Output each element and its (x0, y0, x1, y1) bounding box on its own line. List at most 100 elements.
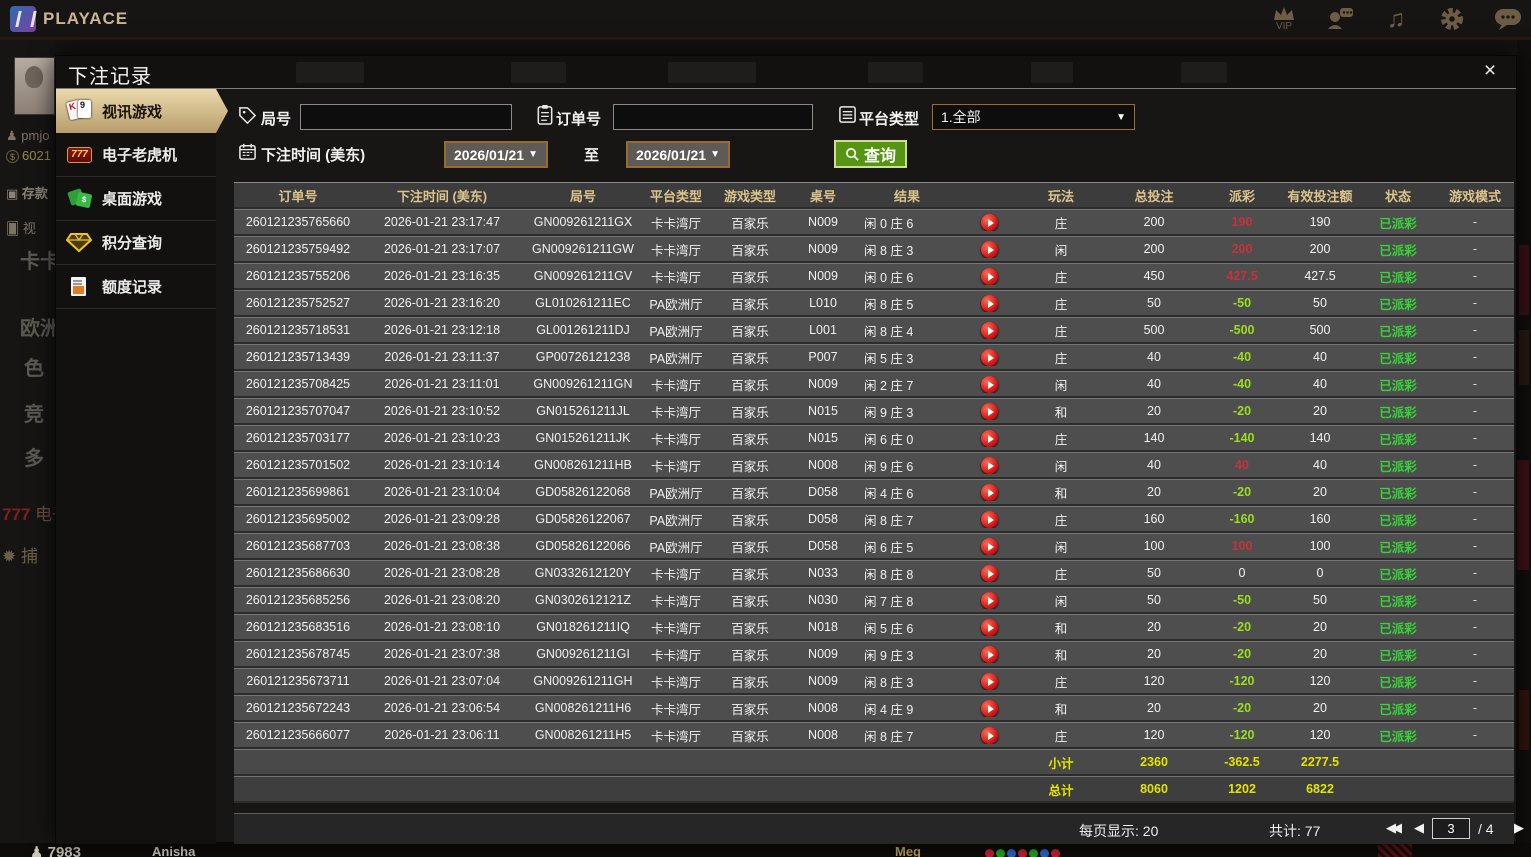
cell-platform: 卡卡湾厅 (650, 675, 701, 690)
cell-round: GN009261211GW (532, 242, 634, 256)
music-icon[interactable]: ♫ (1381, 4, 1411, 34)
round-number-input[interactable] (300, 104, 512, 130)
modal-tab-column: K9 视讯游戏 777 电子老虎机 $ 桌面游戏 积分查询 额度记录 (56, 89, 216, 844)
cell-game-mode: - (1472, 539, 1478, 553)
cell-game-mode: - (1472, 323, 1478, 337)
background-sidebar: ♟ pmjo $6021 ▣ 存款 🂠 视 卡卡 欧洲 色 竞 多 777 电子… (0, 40, 69, 857)
vip-crown-icon[interactable]: VIP (1269, 4, 1299, 34)
replay-play-button[interactable] (980, 564, 998, 582)
replay-play-button[interactable] (980, 429, 998, 447)
cell-result: 闲 9 庄 3 (864, 405, 914, 420)
cell-result: 闲 8 庄 8 (864, 567, 914, 582)
customer-service-icon[interactable] (1325, 4, 1355, 34)
tab-table-games[interactable]: $ 桌面游戏 (56, 177, 216, 221)
cell-total-bet: 120 (1143, 728, 1165, 742)
to-label: 至 (584, 147, 600, 164)
cell-game-type: 百家乐 (731, 729, 769, 744)
platform-type-select[interactable]: 1.全部 ▼ (932, 104, 1135, 130)
cell-replay (960, 483, 1018, 501)
close-icon[interactable]: × (1478, 59, 1502, 83)
query-button[interactable]: 查询 (834, 140, 908, 168)
replay-play-button[interactable] (980, 213, 998, 231)
cell-payout: -20 (1232, 701, 1252, 715)
replay-play-button[interactable] (980, 375, 998, 393)
order-number-input[interactable] (613, 104, 813, 130)
cell-table-no: N009 (808, 674, 838, 688)
cell-total-bet: 140 (1143, 431, 1165, 445)
cell-round: GN009261211GI (536, 647, 630, 661)
settings-gear-icon[interactable] (1437, 4, 1467, 34)
cell-game-mode: - (1472, 242, 1478, 256)
tab-slots[interactable]: 777 电子老虎机 (56, 133, 216, 177)
replay-play-button[interactable] (980, 456, 998, 474)
cell-order: 260121235699861 (245, 485, 351, 499)
replay-play-button[interactable] (980, 726, 998, 744)
tab-points-query[interactable]: 积分查询 (56, 221, 216, 265)
cell-status: 已派彩 (1379, 702, 1417, 717)
tab-quota-records[interactable]: 额度记录 (56, 265, 216, 309)
replay-play-button[interactable] (980, 510, 998, 528)
chat-icon[interactable] (1493, 4, 1523, 34)
column-header: 平台类型 (649, 188, 702, 204)
cell-game-mode: - (1472, 431, 1478, 445)
cell-result: 闲 7 庄 8 (864, 594, 914, 609)
tab-video-games[interactable]: K9 视讯游戏 (56, 89, 228, 133)
first-page-icon[interactable]: ◀◀ (1386, 820, 1402, 836)
table-row: 260121235699861 2026-01-21 23:10:04 GD0582… (234, 479, 1514, 506)
cell-table-no: P007 (808, 350, 838, 364)
cell-status: 已派彩 (1379, 513, 1417, 528)
clipboard-icon (536, 104, 556, 125)
cell-payout: -160 (1229, 512, 1255, 526)
date-to-picker[interactable]: 2026/01/21 ▼ (626, 141, 730, 168)
cell-result: 闲 8 庄 3 (864, 243, 914, 258)
cell-result: 闲 9 庄 3 (864, 648, 914, 663)
replay-play-button[interactable] (980, 402, 998, 420)
replay-play-button[interactable] (980, 672, 998, 690)
cell-game-type: 百家乐 (731, 324, 769, 339)
cell-platform: 卡卡湾厅 (650, 432, 701, 447)
top-bar: PLAYACE VIP ♫ (0, 0, 1531, 40)
cell-play-type: 庄 (1054, 297, 1068, 312)
cell-table-no: N015 (808, 404, 838, 418)
cell-game-mode: - (1472, 593, 1478, 607)
cell-platform: 卡卡湾厅 (650, 216, 701, 231)
cell-status: 已派彩 (1379, 729, 1417, 744)
cell-play-type: 闲 (1054, 540, 1068, 555)
replay-play-button[interactable] (980, 321, 998, 339)
cell-valid-bet: 20 (1313, 620, 1327, 634)
replay-play-button[interactable] (980, 591, 998, 609)
cell-round: GN009261211GN (533, 377, 633, 391)
cell-payout: -20 (1232, 647, 1252, 661)
replay-play-button[interactable] (980, 348, 998, 366)
prev-page-icon[interactable]: ◀ (1414, 820, 1424, 836)
cell-payout: -500 (1229, 323, 1255, 337)
brand-name: PLAYACE (43, 9, 129, 28)
cell-total-bet: 20 (1147, 701, 1161, 715)
cell-game-mode: - (1472, 728, 1478, 742)
replay-play-button[interactable] (980, 645, 998, 663)
replay-play-button[interactable] (980, 294, 998, 312)
bg-roadmap-beads (985, 845, 1062, 857)
replay-play-button[interactable] (980, 699, 998, 717)
replay-play-button[interactable] (980, 618, 998, 636)
column-header: 游戏类型 (723, 188, 776, 204)
cell-total-bet: 50 (1147, 566, 1161, 580)
cell-replay (960, 321, 1018, 339)
replay-play-button[interactable] (980, 267, 998, 285)
cell-platform: PA欧洲厅 (649, 486, 703, 501)
next-page-icon[interactable]: ▶ (1514, 820, 1524, 836)
date-from-picker[interactable]: 2026/01/21 ▼ (444, 141, 548, 168)
page-number-input[interactable] (1432, 818, 1470, 839)
cell-replay (960, 429, 1018, 447)
cell-game-type: 百家乐 (731, 567, 769, 582)
replay-play-button[interactable] (980, 537, 998, 555)
replay-play-button[interactable] (980, 240, 998, 258)
cell-game-mode: - (1472, 296, 1478, 310)
totals-payout: 1202 (1228, 782, 1256, 796)
cell-time: 2026-01-21 23:16:20 (383, 296, 501, 310)
cell-valid-bet: 50 (1313, 296, 1327, 310)
cell-table-no: N033 (808, 566, 838, 580)
replay-play-button[interactable] (980, 483, 998, 501)
cell-replay (960, 645, 1018, 663)
cell-total-bet: 20 (1147, 647, 1161, 661)
